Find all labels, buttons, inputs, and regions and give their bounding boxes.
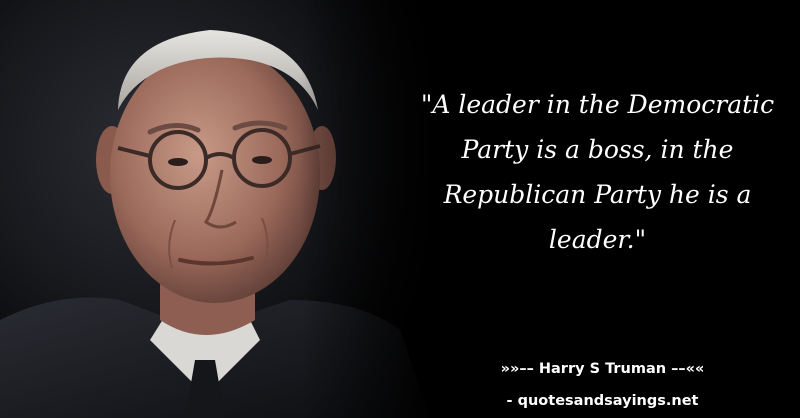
source-credit: - quotesandsayings.net bbox=[506, 393, 699, 409]
quote-text: "A leader in the Democratic Party is a b… bbox=[420, 90, 775, 254]
quote-image: "A leader in the Democratic Party is a b… bbox=[0, 0, 800, 418]
quote-author: »»–– Harry S Truman ––«« bbox=[500, 361, 705, 377]
